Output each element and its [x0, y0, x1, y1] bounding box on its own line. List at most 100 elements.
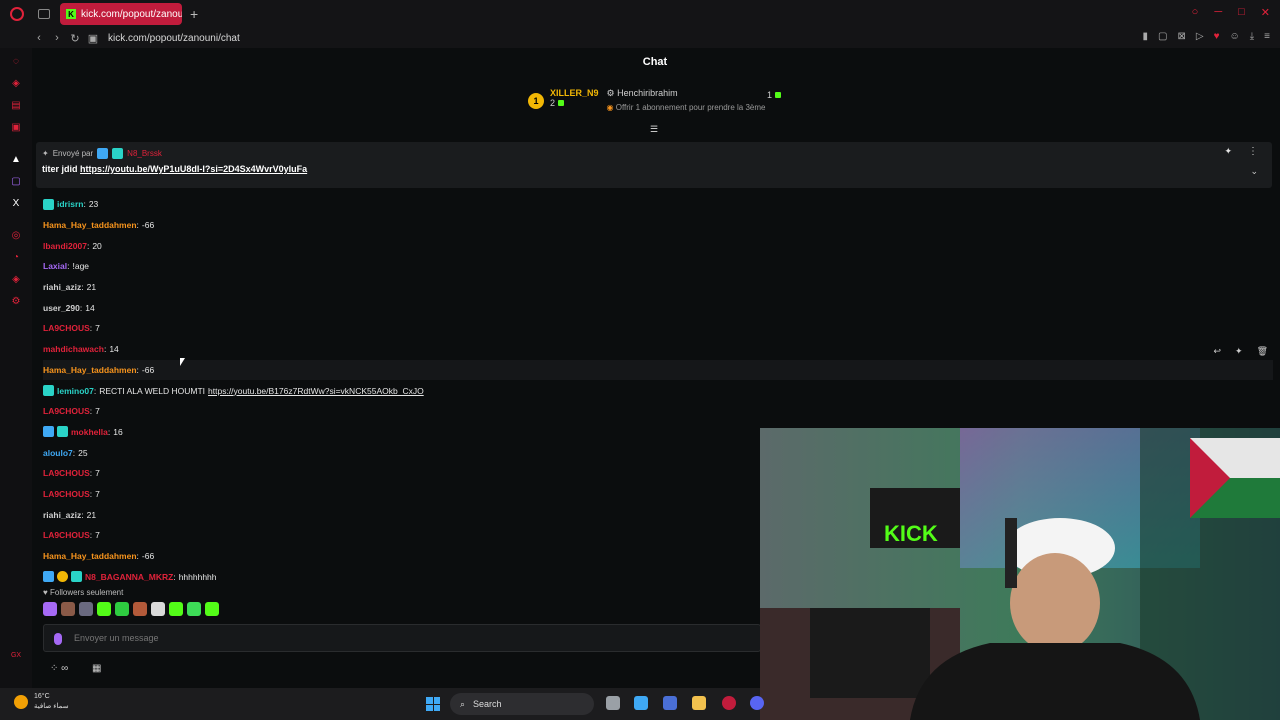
- messenger-icon[interactable]: ▤: [10, 100, 22, 112]
- gifter-1[interactable]: XILLER_N9 2: [550, 88, 599, 116]
- message-username[interactable]: mokhella: [71, 427, 108, 437]
- message-username[interactable]: mahdichawach: [43, 344, 104, 354]
- minimize-icon[interactable]: ─: [1214, 6, 1222, 19]
- pin-message-icon[interactable]: ✦: [1235, 346, 1243, 357]
- play-icon[interactable]: ▷: [1196, 31, 1204, 42]
- gx-icon[interactable]: GX: [10, 650, 22, 662]
- twitch-red-icon[interactable]: ▣: [10, 122, 22, 134]
- search-label: Search: [473, 699, 502, 709]
- settings-icon[interactable]: ⚙: [10, 296, 22, 308]
- chat-message[interactable]: Hama_Hay_taddahmen: -66: [43, 215, 1273, 236]
- more-options-icon[interactable]: ⋮: [1248, 146, 1258, 157]
- message-username[interactable]: LA9CHOUS: [43, 530, 90, 540]
- snapshot-icon[interactable]: ▢: [1158, 31, 1167, 42]
- emote-icon[interactable]: [133, 602, 147, 616]
- x-icon[interactable]: X: [10, 198, 22, 210]
- pinned-user[interactable]: N8_Brssk: [127, 149, 162, 158]
- new-tab-icon[interactable]: +: [190, 6, 198, 22]
- file-explorer-icon[interactable]: [692, 696, 706, 710]
- message-username[interactable]: idrisrn: [57, 199, 83, 209]
- message-username[interactable]: riahi_aziz: [43, 510, 81, 520]
- browser-tab[interactable]: K kick.com/popout/zanouni: [60, 3, 182, 25]
- emote-icon[interactable]: [169, 602, 183, 616]
- message-link[interactable]: https://youtu.be/B176z7RdtWw?si=vkNCK55A…: [208, 386, 424, 396]
- chat-input[interactable]: [43, 624, 761, 652]
- account-icon[interactable]: ☺: [1230, 31, 1240, 42]
- chat-message[interactable]: Hama_Hay_taddahmen: -66: [43, 359, 1273, 381]
- message-username[interactable]: LA9CHOUS: [43, 323, 90, 333]
- copilot-icon[interactable]: [634, 696, 648, 710]
- store-icon[interactable]: ▦: [92, 663, 101, 674]
- emote-icon[interactable]: [187, 602, 201, 616]
- message-field[interactable]: [74, 629, 674, 647]
- expand-icon[interactable]: ☰: [650, 124, 658, 135]
- chat-message[interactable]: lbandi2007:20: [43, 235, 1273, 256]
- chat-message[interactable]: user_290:14: [43, 297, 1273, 318]
- pin-icon[interactable]: ▮: [1143, 31, 1149, 42]
- chat-message[interactable]: riahi_aziz:21: [43, 277, 1273, 298]
- maximize-icon[interactable]: □: [1238, 6, 1245, 19]
- chat-message[interactable]: LA9CHOUS:7: [43, 318, 1273, 339]
- bag-icon[interactable]: ◈: [10, 78, 22, 90]
- search-tabs-icon[interactable]: ○: [1192, 6, 1199, 19]
- emote-picker-icon[interactable]: ⁘ ∞: [50, 663, 68, 674]
- chevron-down-icon[interactable]: ⌄: [1250, 166, 1258, 177]
- twitch-icon[interactable]: ▢: [10, 176, 22, 188]
- close-icon[interactable]: ✕: [1261, 6, 1270, 19]
- tab-overview-icon[interactable]: [38, 9, 50, 19]
- chat-message[interactable]: idrisrn:23: [43, 194, 1273, 215]
- emote-icon[interactable]: [115, 602, 129, 616]
- message-username[interactable]: N8_BAGANNA_MKRZ: [85, 572, 173, 582]
- emote-icon[interactable]: [205, 602, 219, 616]
- gifter-2[interactable]: ⚙ Henchiribrahim ◉ Offrir 1 abonnement p…: [607, 88, 766, 116]
- reply-icon[interactable]: ↩: [1213, 346, 1221, 357]
- emote-icon[interactable]: [151, 602, 165, 616]
- emote-icon[interactable]: [43, 602, 57, 616]
- player-icon[interactable]: ◎: [10, 230, 22, 242]
- chat-message[interactable]: mahdichawach:14: [43, 339, 1273, 360]
- microphone-icon[interactable]: [54, 633, 62, 645]
- task-view-icon[interactable]: [606, 696, 620, 710]
- delete-icon[interactable]: 🗑: [1257, 346, 1268, 357]
- message-username[interactable]: Hama_Hay_taddahmen: [43, 551, 137, 561]
- message-username[interactable]: LA9CHOUS: [43, 489, 90, 499]
- opera-taskbar-icon[interactable]: [722, 696, 736, 710]
- download-icon[interactable]: ⤓: [1250, 31, 1254, 42]
- taskbar-search[interactable]: ⌕ Search: [450, 693, 594, 715]
- message-username[interactable]: LA9CHOUS: [43, 406, 90, 416]
- chat-message[interactable]: LA9CHOUS:7: [43, 401, 1273, 422]
- message-username[interactable]: LA9CHOUS: [43, 468, 90, 478]
- message-username[interactable]: Hama_Hay_taddahmen: [43, 220, 137, 230]
- reload-icon[interactable]: ↻: [66, 32, 84, 45]
- arrow-icon[interactable]: ▲: [10, 154, 22, 166]
- block-icon[interactable]: ⊠: [1177, 31, 1185, 42]
- message-username[interactable]: lbandi2007: [43, 241, 87, 251]
- message-username[interactable]: riahi_aziz: [43, 282, 81, 292]
- chat-message[interactable]: Laxial: !age: [43, 256, 1273, 277]
- message-username[interactable]: lemino07: [57, 386, 94, 396]
- forward-icon[interactable]: ›: [48, 32, 66, 44]
- opera-logo-icon[interactable]: [10, 7, 24, 21]
- emote-icon[interactable]: [79, 602, 93, 616]
- weather-widget[interactable]: 16°C سماء صافية: [14, 692, 69, 712]
- discord-icon[interactable]: [750, 696, 764, 710]
- url-field[interactable]: kick.com/popout/zanouni/chat: [108, 33, 240, 44]
- pinned-link[interactable]: https://youtu.be/WyP1uU8dI-I?si=2D4Sx4Wv…: [80, 164, 307, 174]
- chat-message[interactable]: lemino07: RECTI ALA WELD HOUMTI https://yo…: [43, 380, 1273, 401]
- message-text: RECTI ALA WELD HOUMTI: [99, 385, 206, 396]
- message-username[interactable]: aloulo7: [43, 448, 73, 458]
- heart-icon[interactable]: ♥: [1214, 31, 1220, 42]
- menu-icon[interactable]: ≡: [1264, 31, 1270, 42]
- message-username[interactable]: user_290: [43, 303, 80, 313]
- emote-icon[interactable]: [97, 602, 111, 616]
- start-icon[interactable]: [426, 697, 440, 711]
- store-app-icon[interactable]: [663, 696, 677, 710]
- extensions-icon[interactable]: ◈: [10, 274, 22, 286]
- history-icon[interactable]: ◔: [10, 252, 22, 264]
- unpin-icon[interactable]: ✦: [1224, 146, 1232, 157]
- message-username[interactable]: Hama_Hay_taddahmen: [43, 365, 137, 375]
- emote-icon[interactable]: [61, 602, 75, 616]
- back-icon[interactable]: ‹: [30, 32, 48, 44]
- aria-icon[interactable]: ◌: [10, 56, 22, 68]
- message-username[interactable]: Laxial: [43, 261, 67, 271]
